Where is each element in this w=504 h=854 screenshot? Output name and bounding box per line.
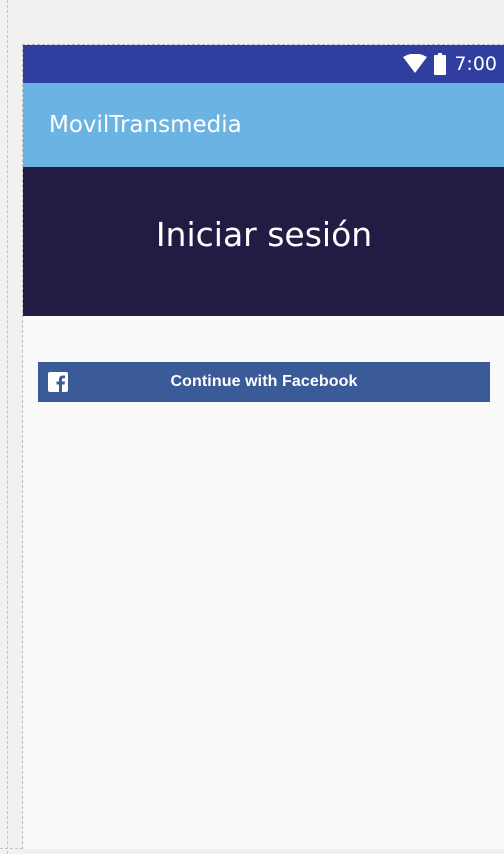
page-title: Iniciar sesión <box>155 215 373 254</box>
status-bar: 7:00 <box>23 45 504 83</box>
design-canvas: 7:00 MovilTransmedia Iniciar sesión Cont… <box>0 0 504 854</box>
status-bar-right: 7:00 <box>402 45 497 83</box>
battery-icon <box>434 53 447 75</box>
status-time: 7:00 <box>454 53 497 75</box>
facebook-button-label: Continue with Facebook <box>170 373 358 390</box>
app-bar: MovilTransmedia <box>23 83 504 167</box>
device-screen: 7:00 MovilTransmedia Iniciar sesión Cont… <box>22 44 504 849</box>
facebook-login-button[interactable]: Continue with Facebook <box>38 362 490 402</box>
layout-guide-vertical <box>7 0 8 854</box>
wifi-icon <box>402 54 428 74</box>
app-title: MovilTransmedia <box>49 112 242 138</box>
login-header: Iniciar sesión <box>23 167 504 316</box>
